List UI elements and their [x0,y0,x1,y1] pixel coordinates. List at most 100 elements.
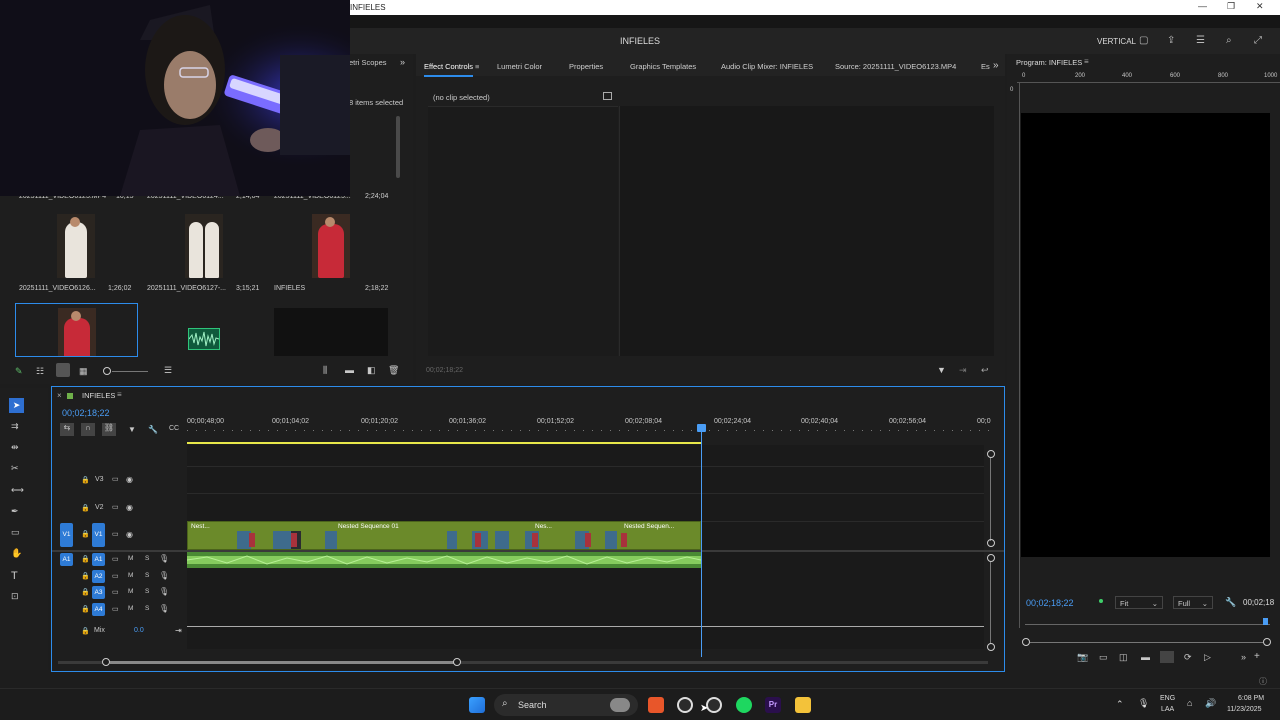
tab-effect-controls[interactable]: Effect Controls [424,62,474,77]
lock-icon[interactable]: 🔒 [81,555,90,563]
more-tabs-icon[interactable]: » [993,60,999,71]
track-label-v1[interactable]: V1 [92,523,105,547]
chevron-up-icon[interactable]: ⌃ [1116,699,1124,710]
minimize-button[interactable]: — [1198,1,1207,11]
source-patch-v1[interactable]: V1 [60,523,73,547]
lock-icon[interactable]: 🔒 [81,627,90,635]
marker-icon[interactable]: ▼ [128,425,136,434]
trash-icon[interactable]: 🗑 [388,365,399,376]
tab-lumetri-color[interactable]: Lumetri Color [497,62,542,71]
lock-icon[interactable]: 🔒 [81,504,90,512]
solo-button[interactable]: S [145,605,149,612]
proxy-icon[interactable]: ▬ [1141,652,1150,662]
search-icon[interactable]: ⌕ [1226,35,1238,47]
clip-segment[interactable] [447,531,457,549]
bin-thumbnail[interactable] [57,214,95,278]
razor-icon[interactable]: ✂ [11,463,19,474]
solo-button[interactable]: S [145,555,149,562]
lock-icon[interactable]: 🔒 [81,605,90,613]
fullscreen-icon[interactable]: ⤢ [1254,35,1266,47]
bin-item-name[interactable]: 20251111_VIDEO6126... [19,285,96,292]
network-icon[interactable]: ⌂ [1187,698,1192,708]
slip-icon[interactable]: ⟷ [11,485,24,496]
tab-menu-icon[interactable]: ≡ [1084,57,1089,66]
language-indicator[interactable]: ENG [1160,695,1175,702]
compare-icon[interactable]: ◫ [1119,652,1128,663]
app-icon[interactable] [706,697,722,713]
freeform-view-icon[interactable]: ▦ [79,366,88,377]
close-tab-icon[interactable]: × [57,391,62,400]
solo-button[interactable]: S [145,572,149,579]
sync-icon[interactable]: ▭ [112,555,119,563]
track-label-a4[interactable]: A4 [92,603,105,616]
tab-menu-icon[interactable]: ≡ [117,390,122,399]
track-label-a1[interactable]: A1 [92,553,105,566]
timeline-playhead[interactable] [701,427,702,657]
windows-start-icon[interactable] [469,697,485,713]
sort-icon[interactable]: ☰ [164,365,172,376]
track-label-a2[interactable]: A2 [92,570,105,583]
lock-icon[interactable]: 🔒 [81,530,90,538]
file-explorer-icon[interactable] [795,697,811,713]
filter-icon[interactable]: ▼ [937,365,946,375]
maximize-button[interactable]: ❐ [1227,1,1235,12]
program-timecode[interactable]: 00;02;18;22 [1026,598,1074,608]
bin-scrollbar[interactable] [396,116,400,178]
eye-icon[interactable]: ◉ [126,475,133,484]
sync-icon[interactable]: ▭ [112,588,119,596]
panel-icon[interactable]: ▢ [1139,35,1151,47]
clip-segment[interactable] [273,531,291,549]
clip-segment[interactable] [325,531,337,549]
close-button[interactable]: ✕ [1256,1,1264,12]
mic-tray-icon[interactable]: 🎙 [1138,698,1149,709]
share-icon[interactable]: ⇪ [1167,35,1179,47]
bin-item-name[interactable]: INFIELES [274,285,305,292]
work-area-bar[interactable] [187,442,701,444]
bin-item-name[interactable]: 20251111_VIDEO6127-... [147,285,226,292]
clip-segment[interactable] [605,531,617,549]
tab-audio-clip-mixer[interactable]: Audio Clip Mixer: INFIELES [721,62,813,71]
lock-icon[interactable]: 🔒 [81,588,90,596]
program-playhead[interactable] [1263,618,1268,625]
vscroll-handle-bottom[interactable] [987,539,995,547]
tab-lumetri-scopes[interactable]: etri Scopes [349,58,387,67]
add-button-icon[interactable]: + [1254,651,1260,662]
grid-toggle[interactable] [1160,651,1174,663]
captions-icon[interactable]: CC [169,425,179,432]
camera-icon[interactable]: 📷 [1077,652,1088,663]
time-ruler[interactable]: 00;00;48;00 00;01;04;02 00;01;20;02 00;0… [187,415,992,435]
audio-vscroll-handle-bottom[interactable] [987,643,995,651]
hscroll-handle-left[interactable] [102,658,110,666]
vscroll-handle-top[interactable] [987,450,995,458]
premiere-pro-icon[interactable]: Pr [765,697,781,713]
mix-value[interactable]: 0.0 [134,627,144,634]
mute-button[interactable]: M [128,555,133,562]
clip-segment[interactable] [495,531,509,549]
bin-item-selected[interactable] [15,303,138,357]
insert-nest-icon[interactable]: ⇆ [60,423,74,436]
source-patch-a1[interactable]: A1 [60,553,73,566]
lock-icon[interactable]: 🔒 [81,572,90,580]
zoom-slider-track[interactable] [112,371,148,372]
wrench-icon[interactable]: 🔧 [1225,597,1236,608]
hscroll-handle-right[interactable] [453,658,461,666]
tab-properties[interactable]: Properties [569,62,603,71]
selection-tool-icon[interactable]: ➤ [9,398,24,413]
a1-audio-clip[interactable] [186,552,702,568]
list-view-icon[interactable]: ☷ [36,366,44,377]
mic-icon[interactable]: 🎙 [159,604,169,613]
automate-icon[interactable]: ⫼ [323,365,327,376]
mute-button[interactable]: M [128,588,133,595]
mix-jump-icon[interactable]: ⇥ [175,626,182,635]
panel-toggle-icon[interactable] [603,92,612,100]
sequence-tab[interactable]: INFIELES [82,391,115,400]
new-item-icon[interactable]: ◧ [367,365,376,376]
program-video-frame[interactable] [1021,113,1270,557]
audio-vscroll-track[interactable] [990,562,991,644]
lock-icon[interactable]: 🔒 [81,476,90,484]
tab-menu-icon[interactable]: ≡ [475,62,479,71]
pencil-icon[interactable]: ✎ [15,366,23,377]
keyboard-layout[interactable]: LAA [1161,706,1174,713]
export-frame-icon[interactable]: ⇥ [959,365,967,376]
program-scrub-bar[interactable] [1025,624,1270,625]
